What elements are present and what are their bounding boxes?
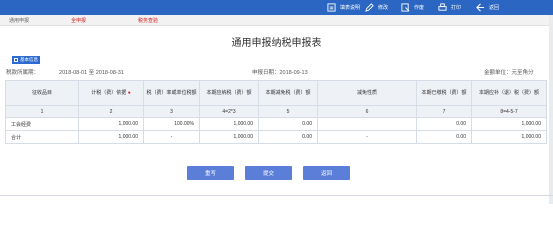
tax-period: 税款所属期： 2018-08-01 至 2018-08-31	[6, 68, 124, 76]
header-rate: 税（费）率或单位税额	[143, 80, 200, 106]
table-index-row: 1 2 3 4=2*3 5 6 7 8=4-5-7	[5, 105, 547, 118]
edit-button[interactable]: 修改	[365, 2, 388, 13]
print-button[interactable]: 打印	[438, 2, 461, 13]
back-icon	[476, 3, 485, 12]
edit-icon	[365, 3, 374, 12]
cell-payable: 1,000.00	[199, 130, 259, 144]
refill-button[interactable]: 重写	[187, 166, 234, 180]
cell-rate: -	[143, 130, 200, 144]
cell-base-input[interactable]: 1,000.00	[78, 117, 144, 131]
basic-info-tab[interactable]: 基本信息	[12, 56, 40, 64]
table-total-row: 合计 1,000.00 - 1,000.00 0.00 - 0.00 1,000…	[5, 130, 547, 144]
required-icon: ●	[127, 90, 131, 96]
cell-item: 工会经费	[5, 117, 79, 131]
void-label: 作废	[414, 5, 425, 11]
tax-period-label: 税款所属期：	[6, 70, 40, 76]
tax-period-value: 2018-08-01 至 2018-08-31	[59, 70, 124, 76]
back-label: 返回	[489, 5, 500, 11]
action-bar: 重写 提交 返回	[0, 166, 553, 180]
divider	[0, 195, 553, 196]
cell-base: 1,000.00	[78, 130, 144, 144]
void-button[interactable]: 作废	[401, 2, 424, 13]
return-button[interactable]: 返回	[303, 166, 350, 180]
header-nature: 减免性质	[317, 80, 417, 106]
amount-unit: 金额单位：元至角分	[484, 70, 534, 76]
index-cell: 7	[416, 105, 472, 118]
basic-info-label: 基本信息	[20, 57, 38, 62]
breadcrumb-item-general[interactable]: 通用申报	[9, 17, 29, 24]
index-cell: 5	[258, 105, 318, 118]
cell-relief: 0.00	[258, 117, 318, 131]
cell-nature[interactable]	[317, 117, 417, 131]
fill-instructions-button[interactable]: 填表说明	[327, 2, 360, 13]
fill-instructions-label: 填表说明	[340, 5, 361, 11]
cell-nature: -	[317, 130, 417, 144]
breadcrumb-item-full[interactable]: 全申报	[71, 17, 86, 24]
header-base: 计税（费）依据 ●	[78, 80, 144, 106]
list-icon	[14, 58, 18, 62]
back-button[interactable]: 返回	[476, 2, 499, 13]
cell-relief: 0.00	[258, 130, 318, 144]
cell-rate: 100.00%	[143, 117, 200, 131]
header-paid: 本期已缴税（费）额	[416, 80, 472, 106]
table-header-row: 征收品目 计税（费）依据 ● 税（费）率或单位税额 本期应纳税（费）额 本期减免…	[5, 80, 547, 106]
submit-button[interactable]: 提交	[245, 166, 292, 180]
index-cell: 3	[143, 105, 200, 118]
index-cell: 6	[317, 105, 417, 118]
cell-due: 1,000.00	[471, 130, 547, 144]
index-cell: 1	[5, 105, 79, 118]
index-cell: 8=4-5-7	[471, 105, 547, 118]
index-cell: 2	[78, 105, 144, 118]
table-row: 工会经费 1,000.00 100.00% 1,000.00 0.00 0.00…	[5, 117, 547, 131]
cell-due: 1,000.00	[471, 117, 547, 131]
cell-payable: 1,000.00	[199, 117, 259, 131]
header-item: 征收品目	[5, 80, 79, 106]
cell-paid: 0.00	[416, 130, 472, 144]
index-cell: 4=2*3	[199, 105, 259, 118]
report-date: 申报日期：2018-09-13	[252, 70, 308, 76]
cell-paid: 0.00	[416, 117, 472, 131]
header-relief: 本期减免税（费）额	[258, 80, 318, 106]
print-label: 打印	[451, 5, 462, 11]
cell-item: 合计	[5, 130, 79, 144]
void-icon	[401, 3, 410, 12]
header-payable: 本期应纳税（费）额	[199, 80, 259, 106]
edit-label: 修改	[378, 5, 389, 11]
info-icon	[327, 3, 336, 12]
page-title: 通用申报纳税申报表	[231, 38, 322, 49]
breadcrumb-item-check[interactable]: 税务查验	[138, 17, 158, 24]
header-due: 本期应补（退）税（费）额	[471, 80, 547, 106]
declaration-table: 征收品目 计税（费）依据 ● 税（费）率或单位税额 本期应纳税（费）额 本期减免…	[5, 80, 547, 144]
breadcrumb: 通用申报 全申报 税务查验	[0, 15, 553, 26]
header-base-label: 计税（费）依据	[91, 90, 127, 96]
top-toolbar: 填表说明 修改 作废 打印 返回	[0, 0, 553, 15]
print-icon	[438, 3, 447, 12]
